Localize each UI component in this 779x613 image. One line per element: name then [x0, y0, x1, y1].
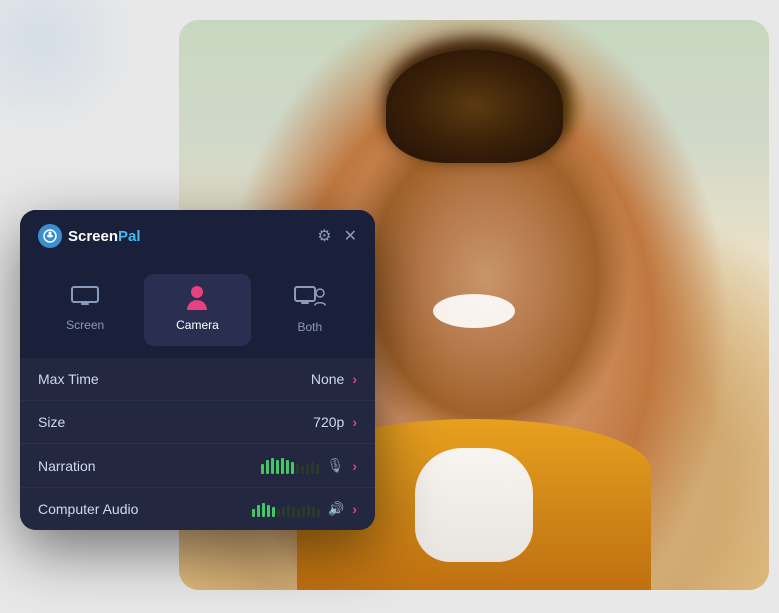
settings-icon[interactable]: ⚙ [317, 226, 331, 246]
screenpal-panel: ScreenPal ⚙ ✕ Screen [20, 210, 375, 530]
speaker-icon: 🔊 [328, 501, 344, 517]
mic-icon: 🎙 [327, 457, 345, 474]
narration-label: Narration [38, 458, 96, 474]
person-head-icon [191, 286, 203, 298]
logo-icon [38, 224, 62, 248]
panel-header: ScreenPal ⚙ ✕ [20, 210, 375, 262]
tab-camera[interactable]: Camera [144, 274, 250, 346]
computer-audio-row[interactable]: Computer Audio 🔊 › [20, 488, 375, 530]
computer-audio-bars [252, 501, 320, 517]
size-chevron: › [352, 414, 357, 430]
header-actions: ⚙ ✕ [317, 226, 357, 246]
size-right: 720p › [313, 414, 357, 430]
max-time-label: Max Time [38, 371, 99, 387]
size-row[interactable]: Size 720p › [20, 401, 375, 444]
logo-text: ScreenPal [68, 228, 141, 245]
size-value: 720p [313, 414, 344, 430]
narration-right: 🎙 › [261, 457, 357, 474]
settings-area: Max Time None › Size 720p › Narration [20, 358, 375, 530]
mode-tabs: Screen Camera [20, 262, 375, 358]
close-icon[interactable]: ✕ [344, 226, 357, 246]
person-body-icon [187, 300, 207, 310]
max-time-value: None [311, 371, 344, 387]
tab-camera-label: Camera [176, 318, 219, 332]
max-time-chevron: › [352, 371, 357, 387]
narration-chevron: › [352, 458, 357, 474]
logo: ScreenPal [38, 224, 141, 248]
tab-screen[interactable]: Screen [32, 274, 138, 346]
computer-audio-label: Computer Audio [38, 501, 138, 517]
narration-bars [261, 458, 319, 474]
computer-audio-chevron: › [352, 501, 357, 517]
screen-mode-icon [71, 286, 99, 312]
size-label: Size [38, 414, 65, 430]
both-mode-icon [294, 286, 326, 314]
tab-both[interactable]: Both [257, 274, 363, 346]
narration-row[interactable]: Narration 🎙 › [20, 444, 375, 488]
max-time-row[interactable]: Max Time None › [20, 358, 375, 401]
tab-both-label: Both [297, 320, 322, 334]
computer-audio-right: 🔊 › [252, 501, 357, 517]
tab-screen-label: Screen [66, 318, 104, 332]
bg-blur [0, 0, 140, 140]
camera-mode-icon [184, 286, 210, 312]
max-time-right: None › [311, 371, 357, 387]
scene: ScreenPal ⚙ ✕ Screen [0, 0, 779, 613]
inner-shirt [415, 448, 533, 562]
